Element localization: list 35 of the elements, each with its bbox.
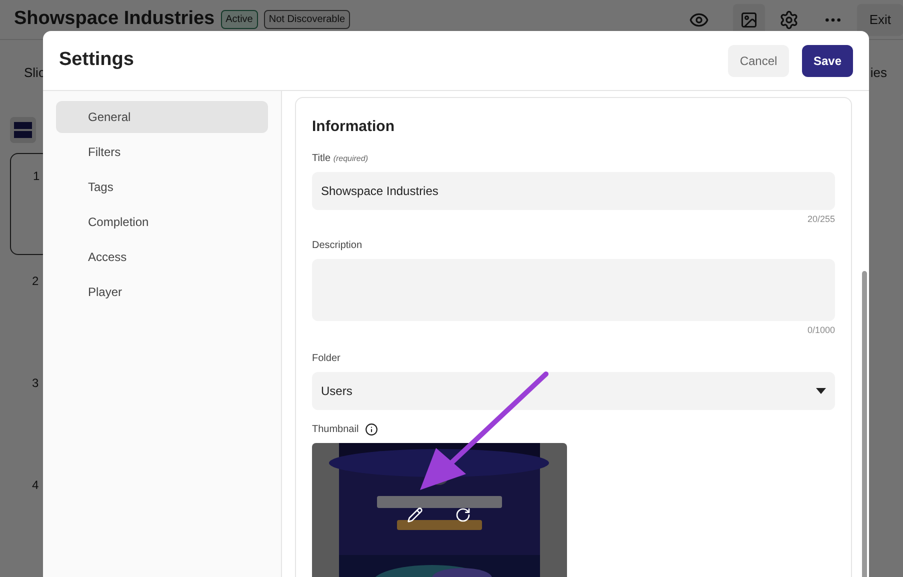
edit-icon[interactable] bbox=[407, 506, 423, 522]
cancel-button[interactable]: Cancel bbox=[728, 44, 789, 76]
nav-item[interactable]: Completion bbox=[56, 206, 268, 238]
slide-number: 1 bbox=[33, 169, 40, 183]
status-badge: Not Discoverable bbox=[264, 10, 350, 29]
scrollbar[interactable] bbox=[862, 271, 867, 577]
nav-item[interactable]: Filters bbox=[56, 136, 268, 168]
dialog-title: Settings bbox=[59, 48, 134, 72]
page-title: Showspace Industries bbox=[14, 7, 215, 32]
nav-item[interactable]: General bbox=[56, 101, 268, 133]
status-badge: Active bbox=[220, 10, 258, 29]
layout-icon[interactable] bbox=[10, 117, 36, 143]
save-button[interactable]: Save bbox=[802, 44, 853, 76]
image-icon bbox=[740, 10, 758, 28]
refresh-icon[interactable] bbox=[455, 506, 471, 522]
slide-number: 4 bbox=[32, 478, 39, 492]
field-label: Folder bbox=[312, 352, 342, 366]
field-label: Thumbnail bbox=[312, 422, 359, 436]
field-label: Title (required) bbox=[312, 152, 369, 166]
settings-icon[interactable] bbox=[779, 10, 800, 30]
nav-item[interactable]: Access bbox=[56, 241, 268, 273]
exit-button[interactable]: Exit bbox=[857, 4, 903, 36]
title-field[interactable]: Showspace Industries bbox=[312, 172, 835, 210]
folder-select[interactable]: Users bbox=[312, 372, 835, 410]
character-counter: 20/255 bbox=[807, 212, 835, 226]
tab-label[interactable]: ies bbox=[870, 62, 887, 82]
nav-item[interactable]: Player bbox=[56, 276, 268, 308]
info-icon[interactable] bbox=[364, 422, 378, 436]
section-title: Information bbox=[312, 117, 396, 137]
nav-item[interactable]: Tags bbox=[56, 171, 268, 203]
slide-number: 3 bbox=[32, 376, 39, 390]
caret-icon bbox=[816, 388, 826, 394]
slide-number: 2 bbox=[32, 274, 39, 288]
character-counter: 0/1000 bbox=[807, 324, 835, 337]
field-label: Description bbox=[312, 239, 364, 253]
